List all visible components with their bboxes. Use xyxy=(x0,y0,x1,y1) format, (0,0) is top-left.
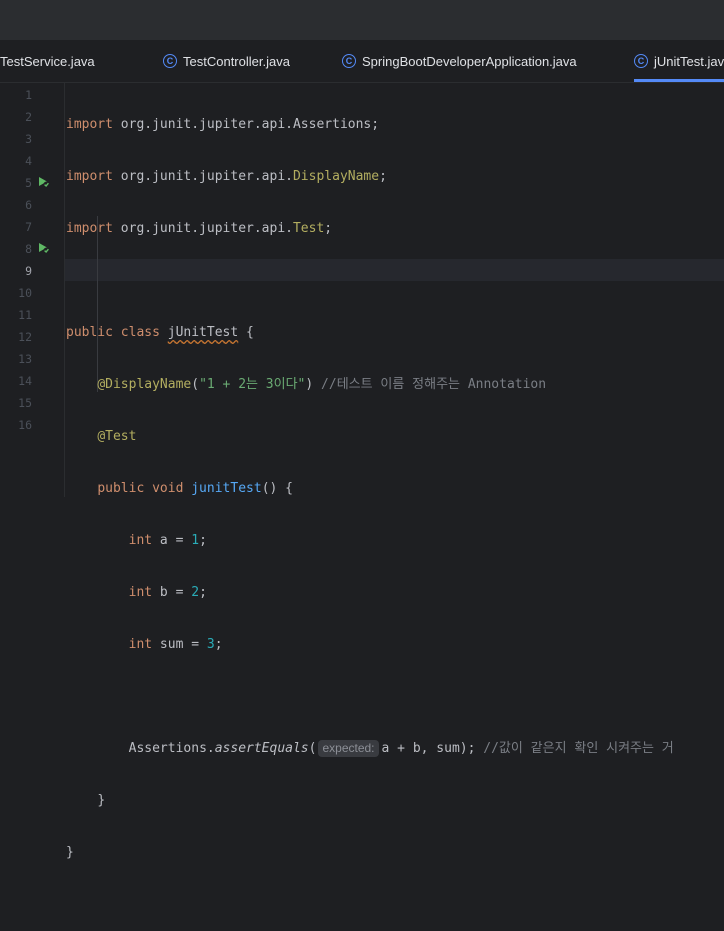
parameter-hint: expected: xyxy=(318,740,379,757)
line-number: 12 xyxy=(18,330,32,344)
line-number: 7 xyxy=(25,220,32,234)
title-bar xyxy=(0,0,724,40)
code-line-14: } xyxy=(97,793,106,808)
code-line-3: import org.junit.jupiter.api.Test; xyxy=(66,221,333,236)
code-line-7: @Test xyxy=(97,429,137,444)
run-test-method-icon[interactable] xyxy=(38,242,50,254)
tab-testcontroller[interactable]: C TestController.java xyxy=(163,40,290,82)
code-line-11: int sum = 3; xyxy=(128,637,223,652)
tab-springbootdeveloperapplication[interactable]: C SpringBootDeveloperApplication.java xyxy=(342,40,577,82)
java-class-icon: C xyxy=(163,54,177,68)
tab-label: SpringBootDeveloperApplication.java xyxy=(362,53,577,69)
line-number: 8 xyxy=(25,242,32,256)
line-number: 6 xyxy=(25,198,32,212)
line-number: 4 xyxy=(25,154,32,168)
line-number: 10 xyxy=(18,286,32,300)
editor-tab-bar: TestService.java C TestController.java C… xyxy=(0,40,724,83)
line-number: 16 xyxy=(18,418,32,432)
line-number-current: 9 xyxy=(25,264,32,278)
tab-testservice[interactable]: TestService.java xyxy=(0,40,95,82)
tab-label: jUnitTest.java xyxy=(654,53,724,69)
code-line-9: int a = 1; xyxy=(128,533,207,548)
tab-junittest[interactable]: C jUnitTest.java xyxy=(634,40,724,82)
code-line-13: Assertions.assertEquals(expected: a + b, … xyxy=(128,740,674,757)
line-number: 2 xyxy=(25,110,32,124)
code-line-2: import org.junit.jupiter.api.DisplayName… xyxy=(66,169,387,184)
tab-label: TestService.java xyxy=(0,53,95,69)
code-line-5: public class jUnitTest { xyxy=(66,325,254,340)
line-number: 3 xyxy=(25,132,32,146)
code-editor[interactable]: import org.junit.jupiter.api.Assertions;… xyxy=(66,84,674,931)
line-number: 13 xyxy=(18,352,32,366)
code-line-1: import org.junit.jupiter.api.Assertions; xyxy=(66,117,380,132)
line-number: 11 xyxy=(18,308,32,322)
java-class-icon: C xyxy=(634,54,648,68)
java-class-icon: C xyxy=(342,54,356,68)
code-line-6: @DisplayName("1 + 2는 3이다") //테스트 이름 정해주는… xyxy=(97,377,547,392)
tab-label: TestController.java xyxy=(183,53,290,69)
code-line-10: int b = 2; xyxy=(128,585,207,600)
run-test-class-icon[interactable] xyxy=(38,176,50,188)
line-number: 14 xyxy=(18,374,32,388)
code-line-15: } xyxy=(66,845,74,860)
editor-gutter: 1 2 3 4 5 6 7 8 9 10 11 12 13 14 15 16 xyxy=(0,83,65,497)
line-number: 5 xyxy=(25,176,32,190)
line-number: 15 xyxy=(18,396,32,410)
line-number: 1 xyxy=(25,88,32,102)
